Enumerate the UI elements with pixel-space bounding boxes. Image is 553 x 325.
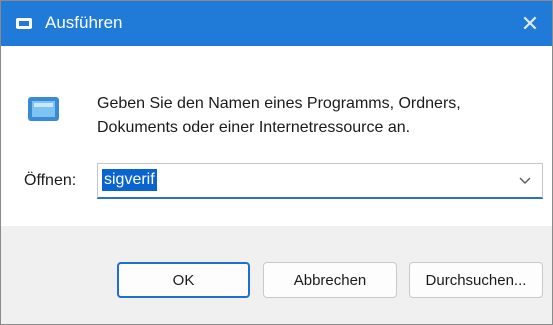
instruction-line-2: Dokuments oder einer Internetressource a…: [97, 119, 411, 136]
open-input[interactable]: sigverif: [102, 169, 157, 191]
window-title: Ausführen: [45, 13, 123, 32]
close-icon: ✕: [520, 10, 540, 36]
button-bar: OK Abbrechen Durchsuchen...: [1, 226, 552, 324]
cancel-button[interactable]: Abbrechen: [263, 262, 397, 298]
open-combobox[interactable]: sigverif: [97, 163, 543, 199]
run-dialog: Ausführen ✕ Geben Sie den Namen eines Pr…: [0, 0, 553, 325]
run-dialog-icon: [16, 18, 32, 29]
open-label: Öffnen:: [24, 172, 77, 189]
run-dialog-icon: [28, 97, 59, 121]
instruction-line-1: Geben Sie den Namen eines Programms, Ord…: [97, 95, 461, 112]
browse-button[interactable]: Durchsuchen...: [409, 262, 543, 298]
close-button[interactable]: ✕: [508, 1, 552, 46]
title-bar[interactable]: Ausführen ✕: [1, 1, 552, 46]
chevron-down-icon[interactable]: [518, 173, 532, 187]
instruction-text: Geben Sie den Namen eines Programms, Ord…: [97, 92, 461, 140]
dialog-content: Geben Sie den Namen eines Programms, Ord…: [1, 46, 552, 226]
ok-button[interactable]: OK: [117, 262, 250, 298]
